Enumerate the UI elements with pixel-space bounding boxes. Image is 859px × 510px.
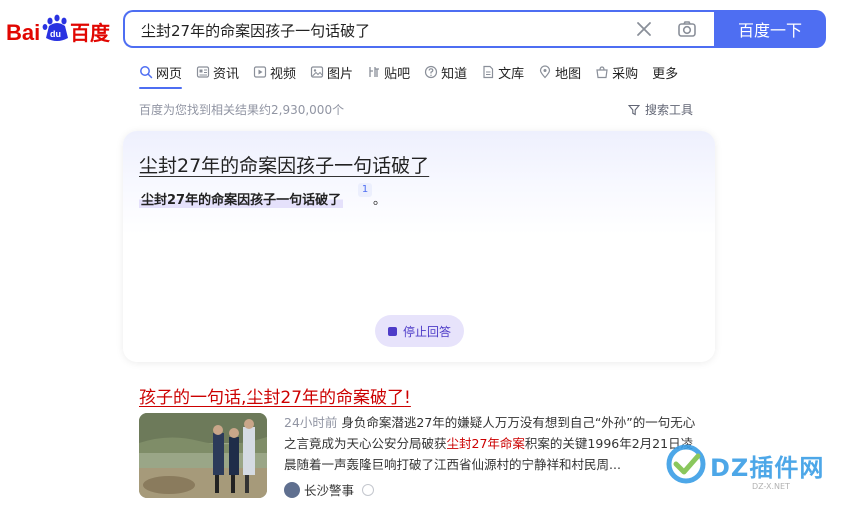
shop-icon	[596, 66, 608, 79]
tab-label: 知道	[441, 66, 468, 82]
tab-news[interactable]: 资讯	[196, 62, 239, 82]
image-icon	[310, 66, 324, 78]
tab-label: 更多	[652, 66, 679, 82]
watermark-text: DZ插件网	[710, 454, 825, 482]
clear-icon[interactable]	[635, 20, 653, 38]
paw-icon: du	[42, 14, 68, 41]
tieba-icon	[369, 67, 380, 77]
search-input[interactable]	[139, 12, 613, 48]
result-title-part2: 尘封27年的命案破了	[246, 388, 405, 408]
tab-images[interactable]: 图片	[310, 62, 353, 82]
tab-video[interactable]: 视频	[253, 62, 296, 82]
tab-web[interactable]: 网页	[139, 62, 183, 89]
search-box	[123, 10, 717, 48]
video-icon	[253, 66, 267, 78]
tab-wenku[interactable]: 文库	[481, 62, 524, 82]
result-title-part1: 孩子的一句话,	[139, 388, 247, 408]
source-info-icon[interactable]	[362, 483, 375, 496]
result-thumbnail[interactable]	[139, 413, 267, 498]
search-tabs: 网页 资讯 视频 图片 贴吧 知道 文库 地图 采购 更多	[139, 62, 692, 89]
stop-answer-button[interactable]: 停止回答	[375, 315, 464, 347]
logo-cn-text: 百度	[70, 21, 110, 45]
result-source[interactable]: 长沙警事	[284, 480, 375, 499]
watermark: DZ插件网 DZ-X.NET	[666, 440, 856, 500]
ai-answer-period: 。	[373, 193, 387, 208]
result-snippet: 24小时前 身负命案潜逃27年的嫌疑人万万没有想到自己“外孙”的一句无心之言竟成为…	[284, 412, 696, 475]
baidu-logo[interactable]: Bai du 百度	[6, 12, 110, 48]
tab-tieba[interactable]: 贴吧	[367, 62, 410, 82]
watermark-sub: DZ-X.NET	[752, 482, 790, 491]
svg-text:du: du	[50, 29, 61, 39]
question-icon	[424, 65, 438, 79]
result-count: 百度为您找到相关结果约2,930,000个	[139, 103, 345, 117]
result-photo	[139, 413, 267, 498]
tab-label: 视频	[270, 66, 297, 82]
tab-label: 贴吧	[384, 66, 411, 82]
result-time: 24小时前	[284, 415, 338, 430]
search-tools-button[interactable]: 搜索工具	[628, 101, 693, 118]
tab-label: 文库	[498, 66, 525, 82]
tab-caigou[interactable]: 采购	[595, 62, 638, 82]
tab-label: 采购	[612, 66, 639, 82]
watermark-logo-icon	[666, 444, 706, 484]
logo-bai-text: Bai	[6, 20, 40, 45]
search-tools-label: 搜索工具	[645, 103, 694, 117]
result-title-part3: !	[404, 388, 411, 408]
tab-label: 资讯	[213, 66, 240, 82]
tab-label: 地图	[555, 66, 582, 82]
stop-answer-label: 停止回答	[402, 324, 451, 339]
tab-more[interactable]: 更多	[652, 62, 678, 82]
citation-badge[interactable]: 1	[358, 183, 372, 197]
news-icon	[196, 66, 210, 78]
tab-zhidao[interactable]: 知道	[424, 62, 467, 82]
ai-answer-title[interactable]: 尘封27年的命案因孩子一句话破了	[139, 151, 429, 178]
result-title-link[interactable]: 孩子的一句话,尘封27年的命案破了!	[139, 383, 411, 408]
camera-icon[interactable]	[677, 19, 697, 39]
search-icon	[140, 66, 153, 79]
ai-answer-card: 尘封27年的命案因孩子一句话破了 尘封27年的命案因孩子一句话破了 1 。 停止…	[123, 131, 715, 362]
search-button[interactable]: 百度一下	[714, 10, 826, 48]
baidu-logo-graphic: Bai du 百度	[6, 14, 110, 45]
map-icon	[540, 65, 551, 79]
tab-label: 图片	[327, 66, 354, 82]
doc-icon	[483, 65, 494, 79]
ai-answer-text: 尘封27年的命案因孩子一句话破了	[139, 189, 344, 208]
filter-icon	[628, 104, 640, 115]
source-name: 长沙警事	[304, 483, 355, 498]
snippet-highlight: 尘封27年命案	[446, 436, 525, 451]
stop-icon	[387, 326, 397, 336]
tab-label: 网页	[156, 66, 183, 82]
source-avatar-icon	[284, 481, 300, 498]
tab-map[interactable]: 地图	[538, 62, 581, 82]
